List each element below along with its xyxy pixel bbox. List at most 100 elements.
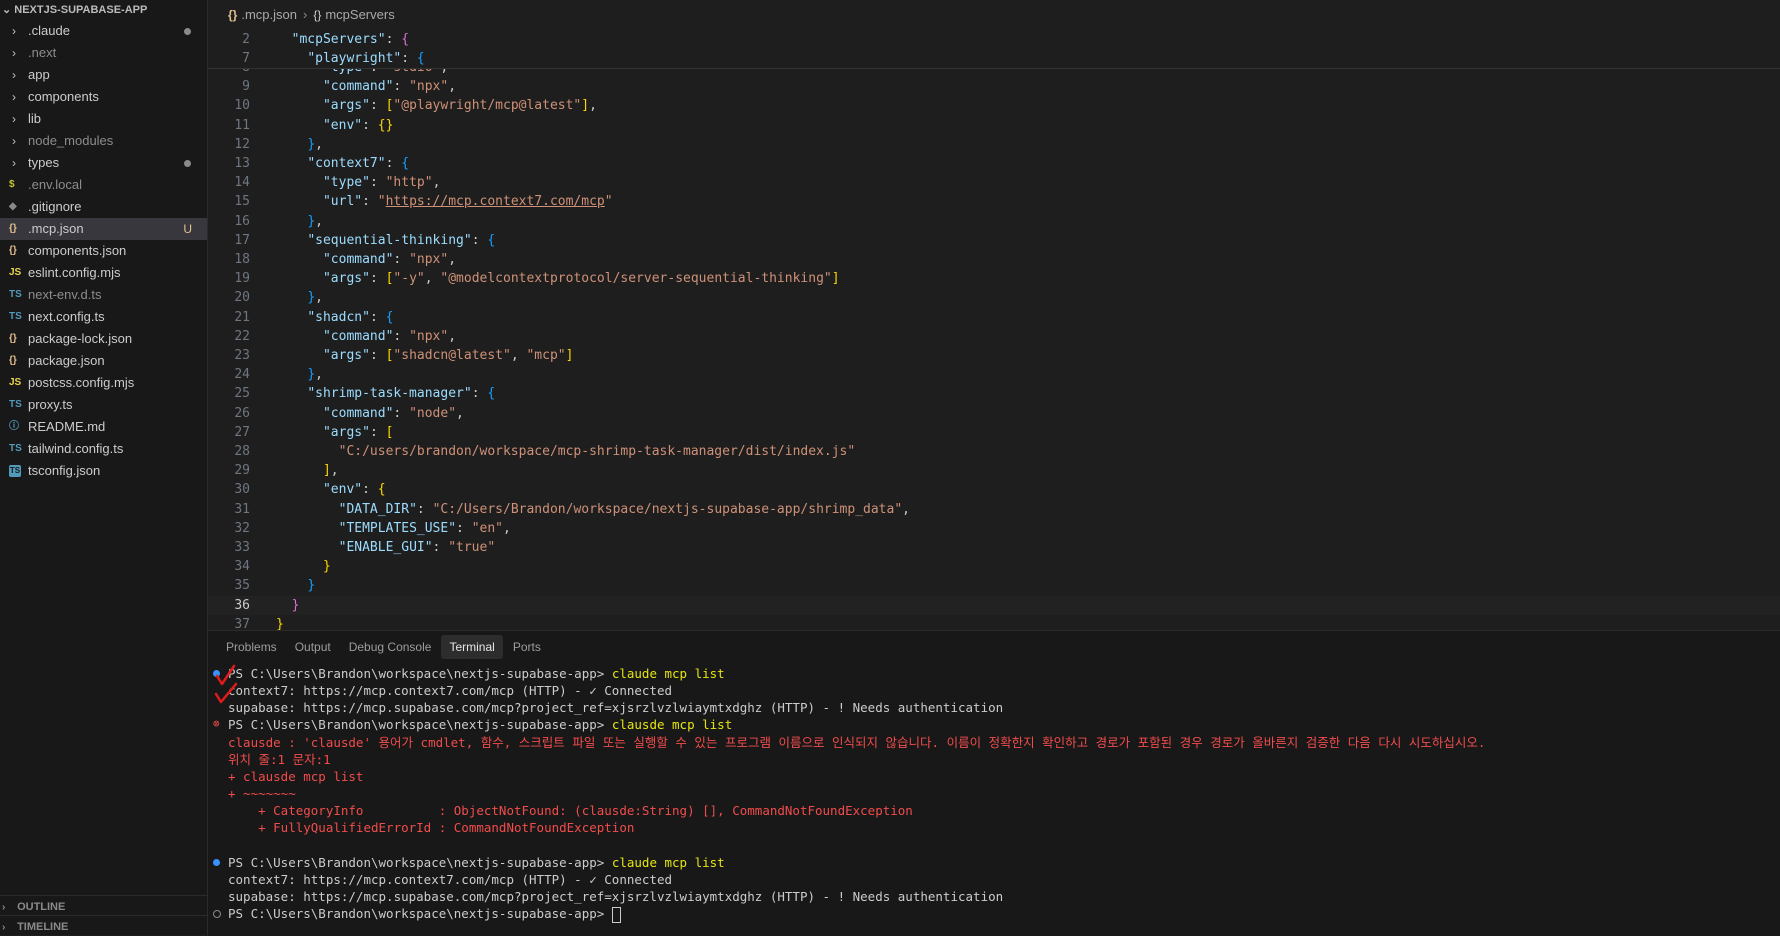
tree-item[interactable]: TS tsconfig.json <box>0 460 207 482</box>
tree-item[interactable]: JS eslint.config.mjs <box>0 262 207 284</box>
code-token: : <box>369 309 386 325</box>
code-line[interactable]: 31 "DATA_DIR": "C:/Users/Brandon/workspa… <box>208 500 1780 519</box>
tree-item[interactable]: › .claude <box>0 20 207 42</box>
code-line[interactable]: 23 "args": ["shadcn@latest", "mcp"] <box>208 346 1780 365</box>
code-line[interactable]: 17 "sequential-thinking": { <box>208 231 1780 250</box>
tree-item[interactable]: TS tailwind.config.ts <box>0 438 207 460</box>
code-line[interactable]: 25 "shrimp-task-manager": { <box>208 384 1780 403</box>
breadcrumb-section[interactable]: mcpServers <box>325 7 394 22</box>
code-line[interactable]: 14 "type": "http", <box>208 173 1780 192</box>
tree-item[interactable]: TS proxy.ts <box>0 394 207 416</box>
code-token: "@modelcontextprotocol/server-sequential… <box>440 271 832 287</box>
code-line[interactable]: 35 } <box>208 576 1780 595</box>
code-line[interactable]: 19 "args": ["-y", "@modelcontextprotocol… <box>208 269 1780 288</box>
terminal-line: 위치 줄:1 문자:1 <box>228 751 331 768</box>
tree-item[interactable]: › types <box>0 152 207 174</box>
code-token: "TEMPLATES_USE" <box>338 520 457 536</box>
code-line[interactable]: 7 "playwright": { <box>208 49 1780 68</box>
code-line[interactable]: 11 "env": {} <box>208 116 1780 135</box>
tree-item-label: app <box>28 67 50 82</box>
tree-item[interactable]: TS next-env.d.ts <box>0 284 207 306</box>
code-token: , <box>432 175 441 191</box>
code-token: ] <box>565 348 574 363</box>
terminal-text: claude mcp list <box>611 666 725 681</box>
tab-ports[interactable]: Ports <box>505 635 549 659</box>
code-line[interactable]: 18 "command": "npx", <box>208 250 1780 269</box>
code-token: , <box>315 367 323 383</box>
tree-item[interactable]: {} package-lock.json <box>0 328 207 350</box>
command-error-icon[interactable]: ⊗ <box>213 718 222 729</box>
js-file-icon: JS <box>9 377 22 388</box>
tree-item[interactable]: ⓘ README.md <box>0 416 207 438</box>
code-token: "true" <box>448 540 496 555</box>
code-line[interactable]: 27 "args": [ <box>208 423 1780 442</box>
code-token: https://mcp.context7.com/mcp <box>385 194 605 210</box>
code-line[interactable]: 29 ], <box>208 461 1780 480</box>
timeline-section[interactable]: › TIMELINE <box>0 915 207 935</box>
command-success-icon[interactable] <box>213 858 220 866</box>
tree-item[interactable]: {} .mcp.json U <box>0 218 207 240</box>
line-number: 20 <box>234 290 250 306</box>
code-token: ] <box>581 98 590 114</box>
code-line[interactable]: 30 "env": { <box>208 480 1780 499</box>
tree-item[interactable]: › .next <box>0 42 207 64</box>
explorer-header[interactable]: ⌄ NEXTJS-SUPABASE-APP <box>0 0 207 20</box>
code-line[interactable]: 32 "TEMPLATES_USE": "en", <box>208 519 1780 538</box>
terminal-line: clausde : 'clausde' 용어가 cmdlet, 함수, 스크립트… <box>228 734 1485 751</box>
terminal-text: PS C:\Users\Brandon\workspace\nextjs-sup… <box>228 906 612 922</box>
code-text: "TEMPLATES_USE": "en", <box>276 519 511 538</box>
tree-item[interactable]: › node_modules <box>0 130 207 152</box>
breadcrumb-file[interactable]: .mcp.json <box>241 7 297 22</box>
code-line[interactable]: 28 "C:/users/brandon/workspace/mcp-shrim… <box>208 442 1780 461</box>
terminal-text: PS C:\Users\Brandon\workspace\nextjs-sup… <box>228 854 612 870</box>
line-number: 28 <box>234 444 250 459</box>
tree-item[interactable]: JS postcss.config.mjs <box>0 372 207 394</box>
terminal-text: clausde mcp list <box>611 717 733 733</box>
git-status-badge: U <box>183 222 192 236</box>
code-line[interactable]: 36 } <box>208 595 1780 615</box>
code-token: "node" <box>409 405 457 421</box>
chevron-right-icon: › <box>12 68 16 82</box>
tree-item[interactable]: › app <box>0 64 207 86</box>
tree-item[interactable]: {} components.json <box>0 240 207 262</box>
tree-item[interactable]: TS next.config.ts <box>0 306 207 328</box>
code-line[interactable]: 33 "ENABLE_GUI": "true" <box>208 538 1780 557</box>
code-line[interactable]: 34 } <box>208 557 1780 576</box>
tree-item[interactable]: ◆ .gitignore <box>0 196 207 218</box>
code-line[interactable]: 21 "shadcn": { <box>208 308 1780 327</box>
code-line[interactable]: 16 }, <box>208 212 1780 231</box>
tree-item[interactable]: {} package.json <box>0 350 207 372</box>
code-token: "npx" <box>409 328 449 344</box>
code-line[interactable]: 9 "command": "npx", <box>208 77 1780 96</box>
tree-item[interactable]: $ .env.local <box>0 174 207 196</box>
code-line[interactable]: 12 }, <box>208 135 1780 154</box>
code-token: , <box>448 328 457 344</box>
code-line[interactable]: 26 "command": "node", <box>208 404 1780 423</box>
panel-tabs: Problems Output Debug Console Terminal Ports <box>218 635 551 661</box>
terminal[interactable]: PS C:\Users\Brandon\workspace\nextjs-sup… <box>208 665 1780 935</box>
command-pending-icon[interactable] <box>213 910 221 919</box>
code-line[interactable]: 2 "mcpServers": { <box>208 30 1780 49</box>
tree-item[interactable]: › lib <box>0 108 207 130</box>
tab-debug-console[interactable]: Debug Console <box>341 635 440 659</box>
code-line[interactable]: 37} <box>208 615 1780 630</box>
code-editor[interactable]: 2 "mcpServers": {7 "playwright": { 8 "ty… <box>208 30 1780 630</box>
code-line[interactable]: 22 "command": "npx", <box>208 327 1780 346</box>
code-line[interactable]: 24 }, <box>208 365 1780 384</box>
tab-output[interactable]: Output <box>287 635 339 659</box>
tab-problems[interactable]: Problems <box>218 635 285 659</box>
code-line[interactable]: 10 "args": ["@playwright/mcp@latest"], <box>208 96 1780 115</box>
code-token: " <box>377 194 386 210</box>
code-token: , <box>424 271 441 287</box>
code-line[interactable]: 15 "url": "https://mcp.context7.com/mcp" <box>208 192 1780 211</box>
line-number: 31 <box>234 501 250 517</box>
code-line[interactable]: 13 "context7": { <box>208 154 1780 173</box>
tab-terminal[interactable]: Terminal <box>441 635 503 659</box>
sticky-scroll[interactable]: 2 "mcpServers": {7 "playwright": { <box>208 30 1780 69</box>
line-number: 2 <box>242 32 250 47</box>
code-line[interactable]: 20 }, <box>208 288 1780 307</box>
tree-item[interactable]: › components <box>0 86 207 108</box>
code-text: "args": ["@playwright/mcp@latest"], <box>276 96 597 115</box>
